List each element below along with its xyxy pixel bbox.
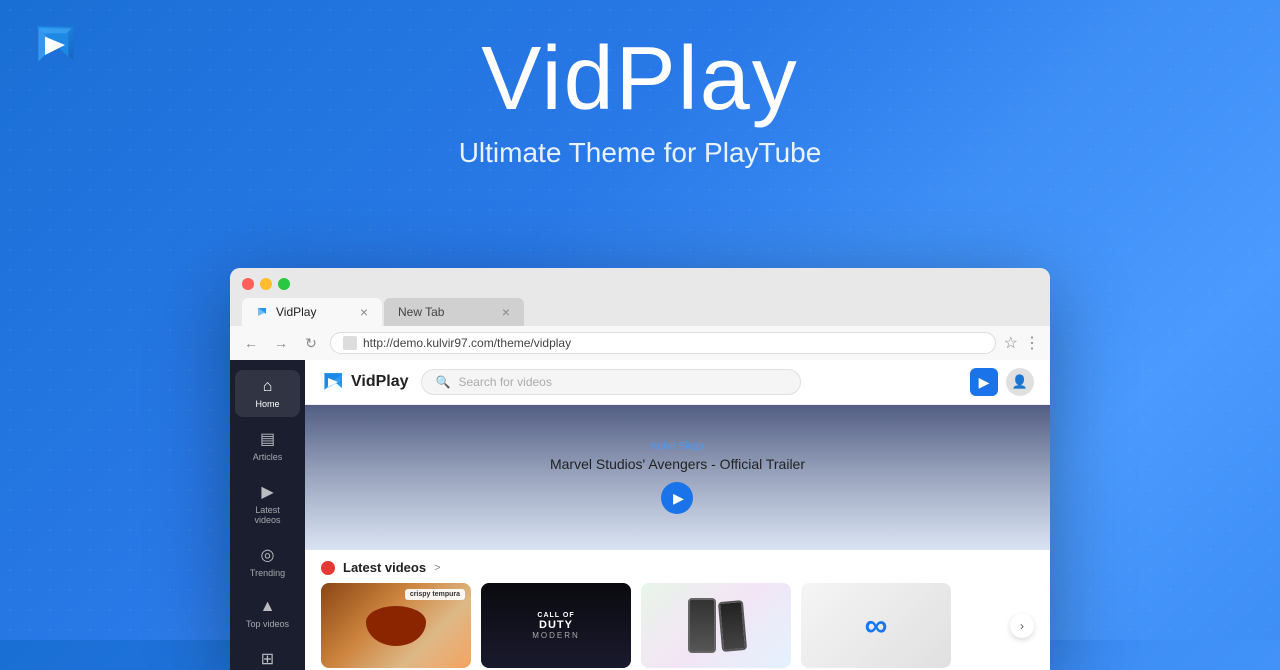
- user-avatar-button[interactable]: 👤: [1006, 368, 1034, 396]
- tab-label-newtab: New Tab: [398, 305, 444, 319]
- cod-thumbnail: CALL OF DUTY MODERN: [481, 583, 631, 668]
- header-actions: ▶ 👤: [970, 368, 1034, 396]
- articles-icon: ▤: [260, 429, 275, 449]
- food-badge: crispy tempura: [405, 589, 465, 600]
- sidebar-label-latest: Latest videos: [241, 505, 294, 525]
- phone-shape-2: [717, 600, 746, 652]
- top-videos-icon: ▲: [260, 598, 276, 616]
- minimize-window-button[interactable]: [260, 278, 272, 290]
- app-logo-icon: [321, 370, 345, 394]
- sidebar-label-top: Top videos: [246, 619, 289, 629]
- cod-call-of: CALL OF: [537, 612, 574, 619]
- address-actions: ☆ ⋮: [1004, 333, 1040, 353]
- hero-banner-content: Kulvir Singh Marvel Studios' Avengers - …: [550, 441, 805, 514]
- avatar-icon: 👤: [1012, 374, 1028, 390]
- browser-content: ⌂ Home ▤ Articles ▶ Latest videos ◎ Tren…: [230, 360, 1050, 670]
- trending-icon: ◎: [261, 545, 275, 565]
- video-thumb-1: crispy tempura: [321, 583, 471, 668]
- more-icon: ⊞: [261, 649, 274, 669]
- app-layout: ⌂ Home ▤ Articles ▶ Latest videos ◎ Tren…: [230, 360, 1050, 670]
- video-thumb-4: ∞: [801, 583, 951, 668]
- home-icon: ⌂: [263, 378, 273, 396]
- bookmark-icon[interactable]: ☆: [1004, 333, 1018, 353]
- hero-play-icon: ▶: [673, 490, 684, 507]
- browser-chrome: VidPlay × New Tab ×: [230, 268, 1050, 326]
- tab-close-newtab[interactable]: ×: [502, 304, 510, 320]
- sidebar-label-articles: Articles: [253, 452, 283, 462]
- browser-mockup: VidPlay × New Tab × ← → ↻ http://demo.ku…: [230, 268, 1050, 670]
- hero-banner: Kulvir Singh Marvel Studios' Avengers - …: [305, 405, 1050, 550]
- tab-label-vidplay: VidPlay: [276, 305, 316, 319]
- video-thumb-2: CALL OF DUTY MODERN: [481, 583, 631, 668]
- main-area: VidPlay 🔍 Search for videos ▶ 👤: [305, 360, 1050, 670]
- app-logo: VidPlay: [321, 370, 409, 394]
- latest-videos-section: Latest videos > crispy tempura: [305, 550, 1050, 670]
- cod-modern: MODERN: [532, 631, 580, 640]
- browser-tabs: VidPlay × New Tab ×: [242, 298, 1038, 326]
- hero-video-title: Marvel Studios' Avengers - Official Trai…: [550, 456, 805, 472]
- sidebar-item-articles[interactable]: ▤ Articles: [235, 421, 300, 470]
- section-dot: [321, 561, 335, 575]
- cod-duty: DUTY: [539, 619, 573, 631]
- tab-favicon: [256, 306, 268, 318]
- search-bar[interactable]: 🔍 Search for videos: [421, 369, 801, 395]
- video-card-1[interactable]: crispy tempura: [321, 583, 471, 668]
- hero-channel-name: Kulvir Singh: [550, 441, 805, 452]
- upload-icon: ▶: [979, 374, 990, 391]
- phones-thumbnail: [641, 583, 791, 668]
- food-thumbnail: crispy tempura: [321, 583, 471, 668]
- video-thumb-3: [641, 583, 791, 668]
- cards-next-button[interactable]: ›: [1010, 614, 1034, 638]
- search-input-placeholder: Search for videos: [458, 375, 551, 389]
- sidebar-item-more[interactable]: ⊞ More: [235, 641, 300, 670]
- phone-shape-1: [688, 598, 716, 653]
- sidebar-label-home: Home: [255, 399, 279, 409]
- address-text: http://demo.kulvir97.com/theme/vidplay: [363, 336, 571, 350]
- sidebar-label-trending: Trending: [250, 568, 285, 578]
- more-options-icon[interactable]: ⋮: [1024, 333, 1040, 353]
- section-arrow[interactable]: >: [434, 562, 440, 574]
- video-card-2[interactable]: CALL OF DUTY MODERN: [481, 583, 631, 668]
- section-header: Latest videos >: [321, 560, 1034, 575]
- address-input[interactable]: http://demo.kulvir97.com/theme/vidplay: [330, 332, 996, 354]
- upload-button[interactable]: ▶: [970, 368, 998, 396]
- video-cards-row: crispy tempura CALL OF DUTY MODERN: [321, 583, 1034, 668]
- address-favicon: [343, 336, 357, 350]
- app-header: VidPlay 🔍 Search for videos ▶ 👤: [305, 360, 1050, 405]
- window-controls: [242, 278, 1038, 290]
- sidebar-item-home[interactable]: ⌂ Home: [235, 370, 300, 417]
- sidebar-item-latest-videos[interactable]: ▶ Latest videos: [235, 474, 300, 533]
- back-button[interactable]: ←: [240, 332, 262, 354]
- browser-tab-vidplay[interactable]: VidPlay ×: [242, 298, 382, 326]
- hero-title: VidPlay: [0, 30, 1280, 129]
- browser-tab-newtab[interactable]: New Tab ×: [384, 298, 524, 326]
- video-card-3[interactable]: [641, 583, 791, 668]
- meta-thumbnail: ∞: [801, 583, 951, 668]
- reload-button[interactable]: ↻: [300, 332, 322, 354]
- meta-logo-shape: ∞: [865, 607, 888, 644]
- sidebar-item-trending[interactable]: ◎ Trending: [235, 537, 300, 586]
- maximize-window-button[interactable]: [278, 278, 290, 290]
- app-logo-text: VidPlay: [351, 373, 409, 391]
- tab-close-vidplay[interactable]: ×: [360, 304, 368, 320]
- hero-play-button[interactable]: ▶: [661, 482, 693, 514]
- search-icon: 🔍: [436, 375, 451, 389]
- close-window-button[interactable]: [242, 278, 254, 290]
- video-card-4[interactable]: ∞: [801, 583, 951, 668]
- sidebar-item-top-videos[interactable]: ▲ Top videos: [235, 590, 300, 637]
- section-title: Latest videos: [343, 560, 426, 575]
- hero-section: VidPlay Ultimate Theme for PlayTube: [0, 30, 1280, 169]
- address-bar-row: ← → ↻ http://demo.kulvir97.com/theme/vid…: [230, 326, 1050, 360]
- forward-button[interactable]: →: [270, 332, 292, 354]
- latest-videos-icon: ▶: [261, 482, 273, 502]
- sidebar: ⌂ Home ▤ Articles ▶ Latest videos ◎ Tren…: [230, 360, 305, 670]
- hero-subtitle: Ultimate Theme for PlayTube: [0, 137, 1280, 169]
